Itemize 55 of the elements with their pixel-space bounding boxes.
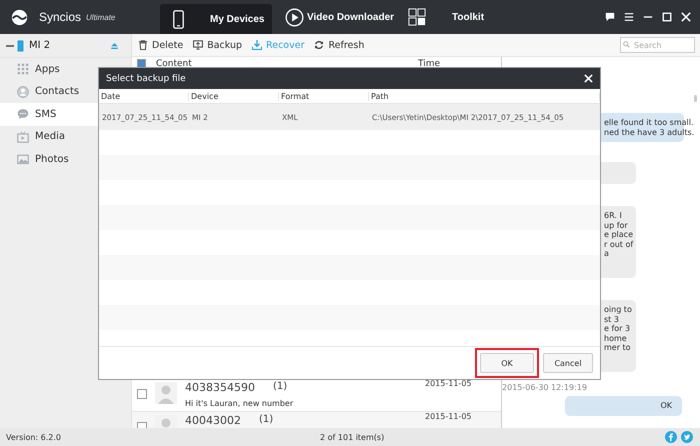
close-icon[interactable]	[681, 12, 691, 22]
column-header: Time	[418, 58, 440, 68]
tv-icon	[17, 130, 29, 143]
phone-icon	[17, 40, 24, 52]
message-count: (1)	[259, 414, 274, 427]
maximize-icon[interactable]	[662, 12, 672, 22]
column-header: Device	[189, 92, 279, 100]
row-checkbox[interactable]	[137, 389, 147, 399]
download-icon	[252, 40, 262, 50]
message-timestamp: 2015-06-30 12:19:19	[502, 383, 588, 392]
logo-icon	[11, 8, 28, 26]
column-header: Date	[99, 92, 189, 100]
dialog-title: Select backup file	[106, 74, 186, 84]
apps-icon	[17, 63, 29, 76]
device-name[interactable]: MI 2	[29, 40, 50, 51]
chat-icon	[17, 108, 29, 120]
column-header: Path	[369, 92, 600, 100]
contact-icon	[17, 86, 29, 98]
avatar-icon	[155, 382, 177, 404]
contact-number: 4038354590	[185, 381, 255, 394]
monitor-icon	[193, 40, 204, 50]
version-label: Version: 6.2.0	[6, 432, 62, 442]
dialog-button[interactable]: Cancel	[543, 353, 593, 373]
column-header: Content	[156, 58, 193, 68]
nav-tab[interactable]: Video Downloader	[272, 0, 408, 34]
refresh-icon	[314, 40, 324, 50]
close-icon[interactable]	[584, 74, 593, 83]
menu-icon[interactable]	[624, 12, 634, 22]
sent-message-bubble: OK	[565, 396, 682, 416]
toolbar-button[interactable]: Refresh	[314, 40, 364, 50]
search-icon	[623, 41, 630, 48]
app-edition: Ultimate	[86, 12, 116, 22]
nav-tab[interactable]: My Devices	[160, 4, 272, 34]
nav-tab[interactable]: Toolkit	[408, 0, 498, 34]
facebook-icon[interactable]	[665, 431, 677, 443]
message-count: (1)	[273, 381, 288, 394]
toolbar-button[interactable]: Delete	[138, 40, 184, 50]
grid-icon	[408, 8, 426, 26]
column-header: Format	[279, 92, 369, 100]
item-count: 2 of 101 item(s)	[320, 432, 384, 442]
contact-number: 40043002	[185, 414, 241, 427]
trash-icon	[138, 40, 148, 50]
photo-icon	[17, 153, 29, 166]
sidebar-item[interactable]: Photos	[0, 148, 131, 170]
app-name: Syncios	[39, 10, 82, 24]
message-preview: Hi it's Lauran, new number	[185, 399, 294, 408]
feedback-icon[interactable]	[605, 12, 615, 22]
play-icon	[285, 8, 304, 26]
dialog-button[interactable]: OK	[480, 353, 534, 373]
message-time: 2015-11-05	[425, 412, 472, 421]
toolbar-button[interactable]: Backup	[193, 40, 242, 50]
phone-icon	[173, 10, 184, 28]
twitter-icon[interactable]	[681, 431, 693, 443]
message-time: 2015-11-05	[425, 379, 472, 388]
search-field[interactable]: Search	[620, 37, 695, 53]
